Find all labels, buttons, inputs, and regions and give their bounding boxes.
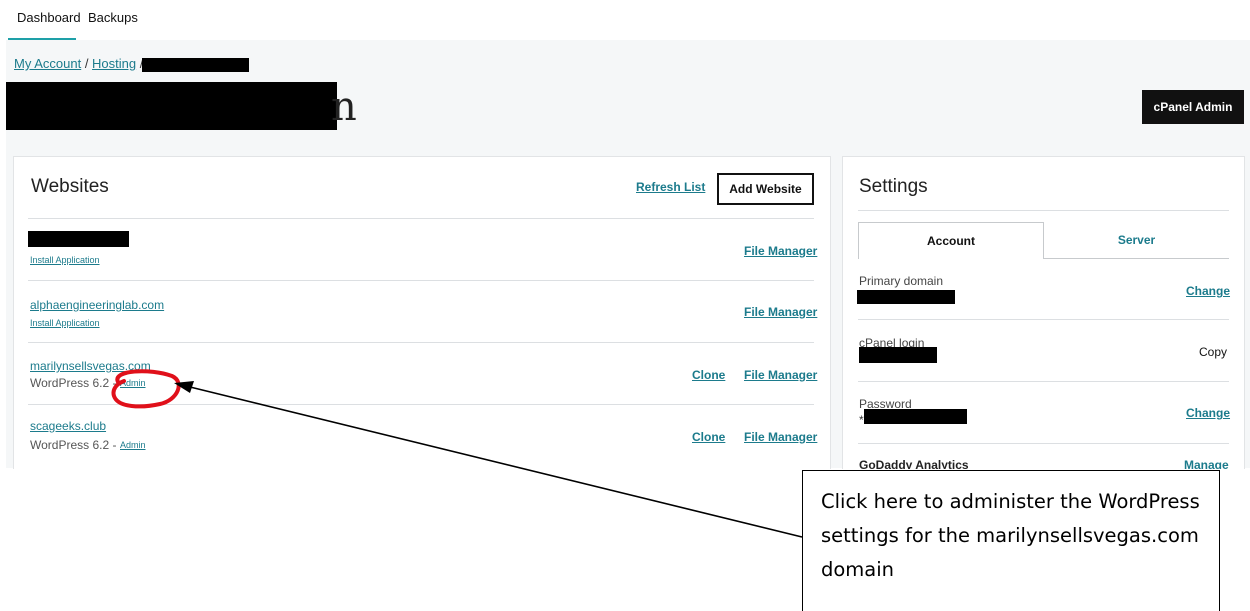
annotation-circle	[111, 369, 181, 409]
annotation-arrow-line	[185, 385, 803, 538]
callout-text: Click here to administer the WordPress s…	[821, 490, 1200, 581]
annotation-callout: Click here to administer the WordPress s…	[802, 470, 1220, 611]
